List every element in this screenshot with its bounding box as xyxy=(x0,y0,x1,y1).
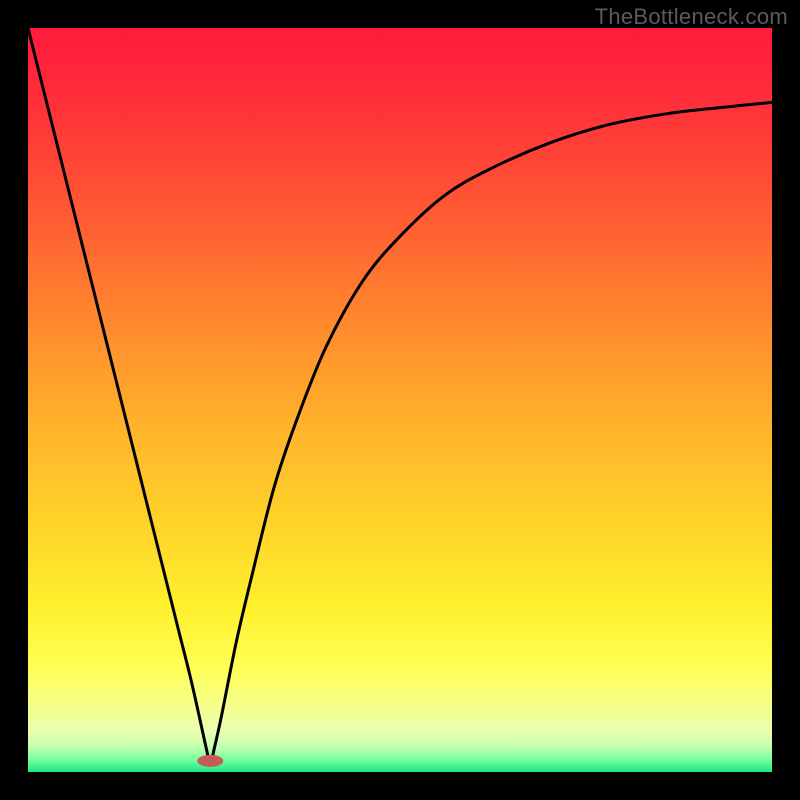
watermark-label: TheBottleneck.com xyxy=(595,4,788,30)
chart-plot xyxy=(28,28,772,772)
chart-frame: TheBottleneck.com xyxy=(0,0,800,800)
optimal-point-marker xyxy=(197,755,223,767)
chart-background xyxy=(28,28,772,772)
